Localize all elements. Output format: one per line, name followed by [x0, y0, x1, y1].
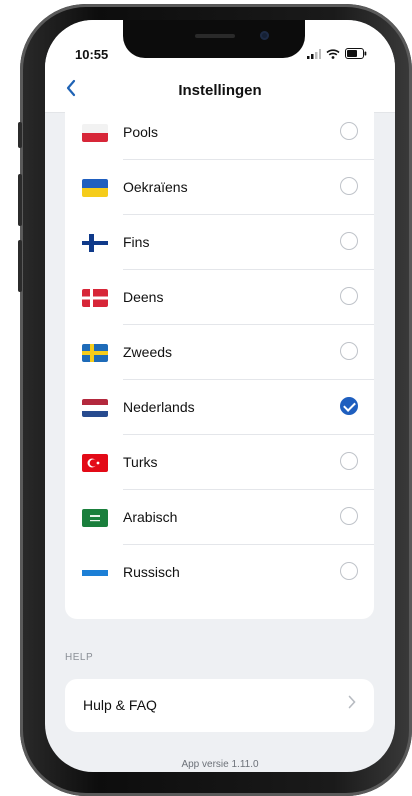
status-bar: 10:55	[45, 20, 395, 68]
screen: 10:55 Instellingen Pools Oekraïens Fins …	[45, 20, 395, 772]
language-item-oekraiens[interactable]: Oekraïens	[65, 160, 374, 215]
denmark-flag-icon	[82, 289, 108, 307]
language-item-zweeds[interactable]: Zweeds	[65, 325, 374, 380]
finland-flag-icon	[82, 234, 108, 252]
status-icons	[307, 48, 367, 59]
language-item-russisch[interactable]: Russisch	[65, 545, 374, 600]
poland-flag-icon	[82, 124, 108, 142]
notch	[123, 20, 305, 58]
radio-button[interactable]	[340, 507, 358, 525]
ukraine-flag-icon	[82, 179, 108, 197]
language-item-turks[interactable]: Turks	[65, 435, 374, 490]
volume-down-button	[18, 240, 22, 292]
chevron-right-icon	[348, 693, 356, 714]
help-faq-label: Hulp & FAQ	[83, 697, 157, 713]
radio-button[interactable]	[340, 562, 358, 580]
language-item-fins[interactable]: Fins	[65, 215, 374, 270]
language-label: Fins	[123, 234, 150, 250]
wifi-icon	[326, 48, 340, 59]
signal-icon	[307, 48, 321, 59]
battery-icon	[345, 48, 367, 59]
language-item-arabisch[interactable]: Arabisch	[65, 490, 374, 545]
language-label: Nederlands	[123, 399, 195, 415]
radio-button[interactable]	[340, 122, 358, 140]
language-label: Russisch	[123, 564, 180, 580]
radio-button[interactable]	[340, 232, 358, 250]
status-time: 10:55	[75, 47, 109, 62]
speaker	[195, 34, 235, 38]
mute-switch	[18, 122, 22, 148]
volume-up-button	[18, 174, 22, 226]
language-item-nederlands[interactable]: Nederlands	[65, 380, 374, 435]
turkey-flag-icon	[82, 454, 108, 472]
help-section-header: HELP	[65, 652, 94, 663]
language-label: Arabisch	[123, 509, 178, 525]
radio-button[interactable]	[340, 342, 358, 360]
front-camera	[260, 31, 269, 40]
radio-button[interactable]	[340, 287, 358, 305]
language-label: Zweeds	[123, 344, 173, 360]
help-faq-row[interactable]: Hulp & FAQ	[65, 679, 374, 732]
saudi-arabia-flag-icon	[82, 509, 108, 527]
radio-button[interactable]	[340, 177, 358, 195]
netherlands-flag-icon	[82, 399, 108, 417]
app-version: App versie 1.11.0	[181, 759, 259, 770]
language-list: Pools Oekraïens Fins Deens Zweeds Nederl…	[65, 105, 374, 619]
language-label: Deens	[123, 289, 164, 305]
language-label: Pools	[123, 124, 159, 140]
page-title: Instellingen	[178, 82, 262, 99]
radio-button[interactable]	[340, 452, 358, 470]
sweden-flag-icon	[82, 344, 108, 362]
language-label: Turks	[123, 454, 158, 470]
language-item-deens[interactable]: Deens	[65, 270, 374, 325]
russia-flag-icon	[82, 564, 108, 582]
language-item-pools[interactable]: Pools	[65, 105, 374, 160]
language-label: Oekraïens	[123, 179, 188, 195]
radio-button-selected[interactable]	[340, 397, 358, 415]
